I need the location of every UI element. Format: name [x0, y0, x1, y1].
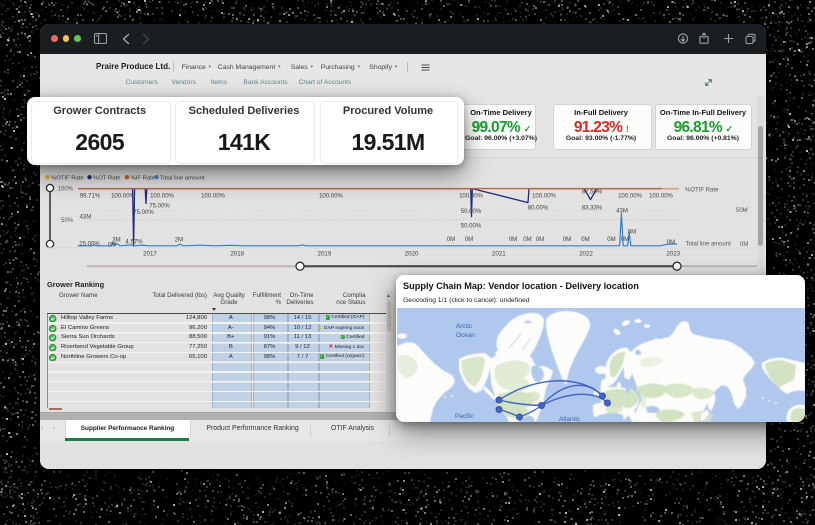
svg-text:83.33%: 83.33%: [582, 205, 603, 211]
svg-text:2018: 2018: [230, 251, 244, 258]
svg-text:50.00%: 50.00%: [461, 223, 482, 229]
svg-text:Arctic: Arctic: [456, 323, 473, 330]
svg-text:50%: 50%: [61, 218, 74, 224]
svg-text:%OTIF Rate: %OTIF Rate: [685, 188, 719, 194]
svg-text:100.00%: 100.00%: [649, 194, 673, 200]
svg-text:0M: 0M: [536, 237, 544, 243]
svg-text:0M: 0M: [563, 237, 571, 243]
svg-text:87.50%: 87.50%: [582, 189, 603, 195]
svg-text:2021: 2021: [492, 251, 506, 258]
svg-text:2020: 2020: [405, 251, 419, 258]
svg-text:2M: 2M: [175, 237, 183, 243]
svg-text:75.00%: 75.00%: [133, 210, 154, 216]
svg-text:%IF Rate: %IF Rate: [131, 175, 156, 181]
svg-text:Pacific: Pacific: [455, 413, 475, 420]
svg-text:100.00%: 100.00%: [150, 194, 174, 200]
svg-text:0M: 0M: [581, 237, 589, 243]
svg-text:0M: 0M: [509, 237, 517, 243]
svg-text:Total line amount: Total line amount: [686, 241, 732, 247]
svg-text:75.00%: 75.00%: [149, 204, 170, 210]
svg-text:100.00%: 100.00%: [532, 194, 556, 200]
svg-text:0M: 0M: [447, 237, 455, 243]
svg-text:80.00%: 80.00%: [528, 205, 549, 211]
svg-text:99.71%: 99.71%: [80, 194, 101, 200]
svg-text:Ocean: Ocean: [456, 332, 475, 339]
svg-text:100.00%: 100.00%: [111, 194, 135, 200]
svg-text:50.00%: 50.00%: [461, 209, 482, 215]
svg-text:0M: 0M: [523, 237, 531, 243]
svg-text:100.00%: 100.00%: [319, 194, 343, 200]
svg-text:2017: 2017: [143, 251, 157, 258]
svg-text:50M: 50M: [736, 208, 748, 214]
svg-text:100.00%: 100.00%: [459, 194, 483, 200]
svg-text:4.57%: 4.57%: [125, 240, 143, 246]
svg-text:8M: 8M: [628, 229, 636, 235]
svg-text:0M: 0M: [465, 237, 473, 243]
svg-text:0M: 0M: [621, 237, 629, 243]
svg-text:0M: 0M: [108, 242, 116, 248]
svg-text:0M: 0M: [667, 240, 675, 246]
svg-text:2019: 2019: [318, 251, 332, 258]
svg-text:100%: 100%: [58, 186, 74, 192]
svg-text:Total line amount: Total line amount: [160, 175, 205, 181]
svg-text:%OTIF Rate: %OTIF Rate: [51, 175, 84, 181]
svg-text:0M: 0M: [607, 237, 615, 243]
svg-text:43M: 43M: [80, 214, 92, 220]
svg-text:43M: 43M: [616, 208, 628, 214]
svg-text:25.00%: 25.00%: [79, 241, 100, 247]
svg-text:%OT Rate: %OT Rate: [93, 175, 121, 181]
svg-text:100.00%: 100.00%: [201, 194, 225, 200]
svg-text:100.00%: 100.00%: [618, 194, 642, 200]
svg-text:Atlantic: Atlantic: [559, 416, 581, 422]
svg-text:2022: 2022: [579, 251, 593, 258]
svg-text:2023: 2023: [666, 251, 680, 258]
svg-text:0M: 0M: [740, 242, 748, 248]
